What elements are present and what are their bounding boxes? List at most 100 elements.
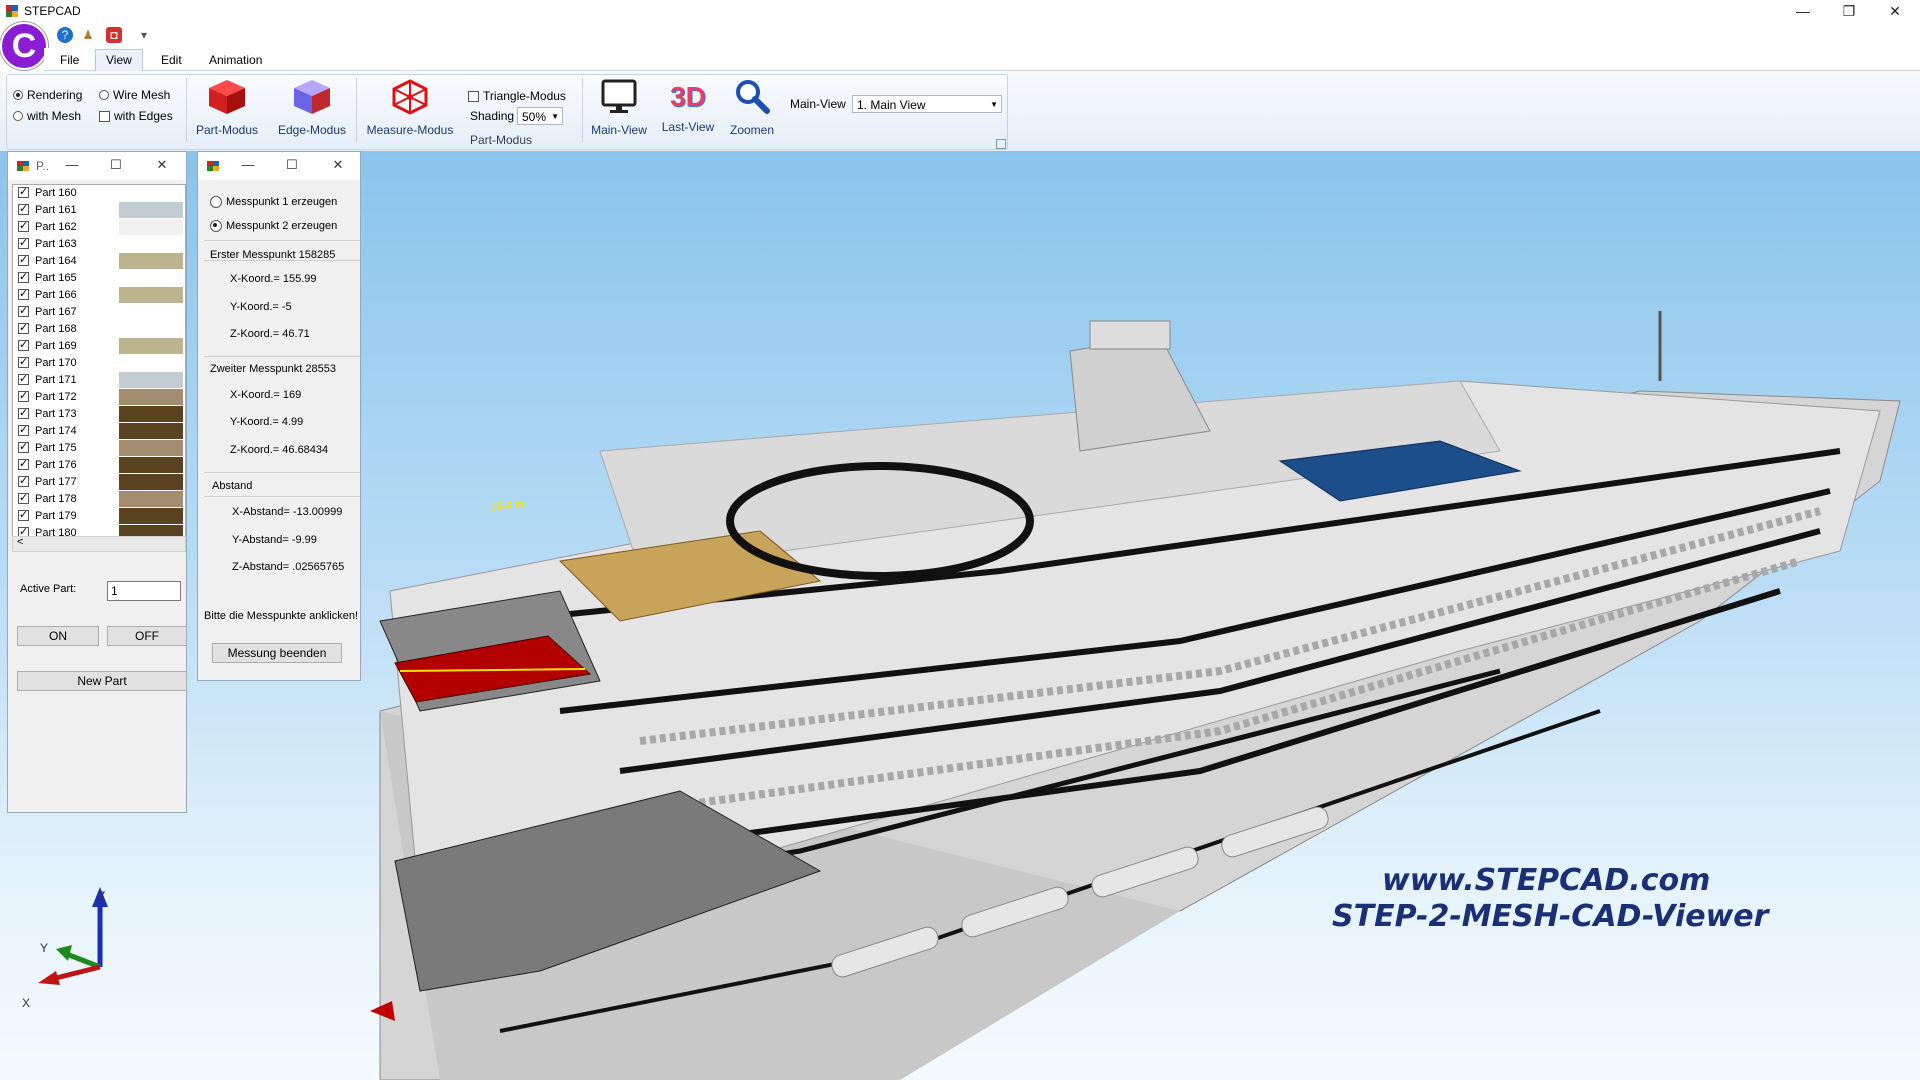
part-visibility-checkbox[interactable] (18, 508, 29, 521)
list-item[interactable]: Part 170 (13, 355, 185, 372)
list-item[interactable]: Part 166 (13, 287, 185, 304)
qat-dropdown-icon[interactable]: ▾ (136, 27, 152, 43)
maximize-icon[interactable]: ☐ (282, 157, 302, 173)
part-visibility-checkbox[interactable] (18, 304, 29, 317)
finish-measurement-button[interactable]: Messung beenden (212, 643, 342, 663)
last-view-button[interactable]: 3D Last-View (656, 78, 720, 134)
part-color-swatch[interactable] (119, 440, 183, 456)
part-visibility-checkbox[interactable] (18, 474, 29, 487)
part-visibility-checkbox[interactable] (18, 338, 29, 351)
list-item[interactable]: Part 164 (13, 253, 185, 270)
part-color-swatch[interactable] (119, 321, 183, 337)
list-item[interactable]: Part 178 (13, 491, 185, 508)
tab-view[interactable]: View (95, 49, 143, 72)
part-color-swatch[interactable] (119, 304, 183, 320)
measure-modus-button[interactable]: Measure-Modus (362, 78, 458, 137)
part-color-swatch[interactable] (119, 202, 183, 218)
list-item[interactable]: Part 176 (13, 457, 185, 474)
list-item[interactable]: Part 171 (13, 372, 185, 389)
part-color-swatch[interactable] (119, 406, 183, 422)
list-item[interactable]: Part 174 (13, 423, 185, 440)
close-icon[interactable]: ✕ (328, 157, 348, 173)
list-item[interactable]: Part 162 (13, 219, 185, 236)
triangle-modus-checkbox[interactable]: Triangle-Modus (468, 89, 566, 103)
maximize-icon[interactable]: ☐ (106, 157, 126, 173)
rendering-radio[interactable]: Rendering (13, 88, 82, 102)
part-visibility-checkbox[interactable] (18, 440, 29, 453)
list-item[interactable]: Part 165 (13, 270, 185, 287)
part-visibility-checkbox[interactable] (18, 372, 29, 385)
shading-select[interactable]: 50% ▼ (517, 107, 563, 125)
part-color-swatch[interactable] (119, 508, 183, 524)
part-color-swatch[interactable] (119, 236, 183, 252)
part-visibility-checkbox[interactable] (18, 321, 29, 334)
part-visibility-checkbox[interactable] (18, 457, 29, 470)
with-mesh-radio[interactable]: with Mesh (13, 109, 81, 123)
parts-list[interactable]: Part 160 Part 161 Part 162 Part 163 Part 164… (12, 184, 186, 538)
part-visibility-checkbox[interactable] (18, 253, 29, 266)
horizontal-scrollbar[interactable]: < (12, 536, 186, 552)
on-button[interactable]: ON (17, 626, 99, 646)
part-color-swatch[interactable] (119, 338, 183, 354)
app-logo-button[interactable]: C (0, 22, 48, 70)
part-color-swatch[interactable] (119, 270, 183, 286)
list-item[interactable]: Part 173 (13, 406, 185, 423)
part-color-swatch[interactable] (119, 457, 183, 473)
main-view-select[interactable]: 1. Main View ▼ (852, 95, 1002, 113)
restore-button[interactable]: ❐ (1826, 0, 1872, 22)
close-button[interactable]: ✕ (1872, 0, 1918, 22)
scroll-left-icon[interactable]: < (17, 536, 23, 548)
list-item[interactable]: Part 167 (13, 304, 185, 321)
part-visibility-checkbox[interactable] (18, 491, 29, 504)
part-visibility-checkbox[interactable] (18, 270, 29, 283)
tab-file[interactable]: File (50, 50, 89, 70)
off-button[interactable]: OFF (107, 626, 187, 646)
minimize-icon[interactable]: — (238, 157, 258, 172)
list-item[interactable]: Part 175 (13, 440, 185, 457)
messpunkt-2-radio[interactable]: Messpunkt 2 erzeugen (210, 220, 337, 232)
part-color-swatch[interactable] (119, 219, 183, 235)
list-item[interactable]: Part 172 (13, 389, 185, 406)
part-color-swatch[interactable] (119, 423, 183, 439)
list-item[interactable]: Part 179 (13, 508, 185, 525)
tab-animation[interactable]: Animation (199, 50, 272, 70)
part-color-swatch[interactable] (119, 474, 183, 490)
part-color-swatch[interactable] (119, 185, 183, 201)
zoom-button[interactable]: Zoomen (724, 78, 780, 137)
close-icon[interactable]: ✕ (152, 157, 172, 173)
active-part-input[interactable]: 1 (107, 581, 181, 601)
part-color-swatch[interactable] (119, 389, 183, 405)
messpunkt-1-radio[interactable]: Messpunkt 1 erzeugen (210, 196, 337, 208)
main-view-button[interactable]: Main-View (586, 78, 652, 137)
part-visibility-checkbox[interactable] (18, 202, 29, 215)
part-color-swatch[interactable] (119, 355, 183, 371)
part-modus-button[interactable]: Part-Modus (192, 78, 262, 137)
tool-icon[interactable]: ◘ (106, 27, 122, 43)
part-visibility-checkbox[interactable] (18, 236, 29, 249)
list-item[interactable]: Part 169 (13, 338, 185, 355)
new-part-button[interactable]: New Part (17, 671, 187, 691)
list-item[interactable]: Part 160 (13, 185, 185, 202)
user-icon[interactable]: ♟ (80, 27, 96, 43)
part-visibility-checkbox[interactable] (18, 355, 29, 368)
list-item[interactable]: Part 177 (13, 474, 185, 491)
part-color-swatch[interactable] (119, 253, 183, 269)
help-icon[interactable]: ? (57, 27, 73, 43)
part-color-swatch[interactable] (119, 491, 183, 507)
with-edges-checkbox[interactable]: with Edges (99, 109, 173, 123)
part-color-swatch[interactable] (119, 372, 183, 388)
list-item[interactable]: Part 163 (13, 236, 185, 253)
list-item[interactable]: Part 168 (13, 321, 185, 338)
part-color-swatch[interactable] (119, 287, 183, 303)
minimize-button[interactable]: — (1780, 0, 1826, 22)
part-visibility-checkbox[interactable] (18, 389, 29, 402)
part-visibility-checkbox[interactable] (18, 287, 29, 300)
tab-edit[interactable]: Edit (151, 50, 192, 70)
part-visibility-checkbox[interactable] (18, 185, 29, 198)
list-item[interactable]: Part 161 (13, 202, 185, 219)
minimize-icon[interactable]: — (62, 157, 82, 172)
part-visibility-checkbox[interactable] (18, 219, 29, 232)
part-visibility-checkbox[interactable] (18, 423, 29, 436)
part-visibility-checkbox[interactable] (18, 406, 29, 419)
edge-modus-button[interactable]: Edge-Modus (274, 78, 350, 137)
